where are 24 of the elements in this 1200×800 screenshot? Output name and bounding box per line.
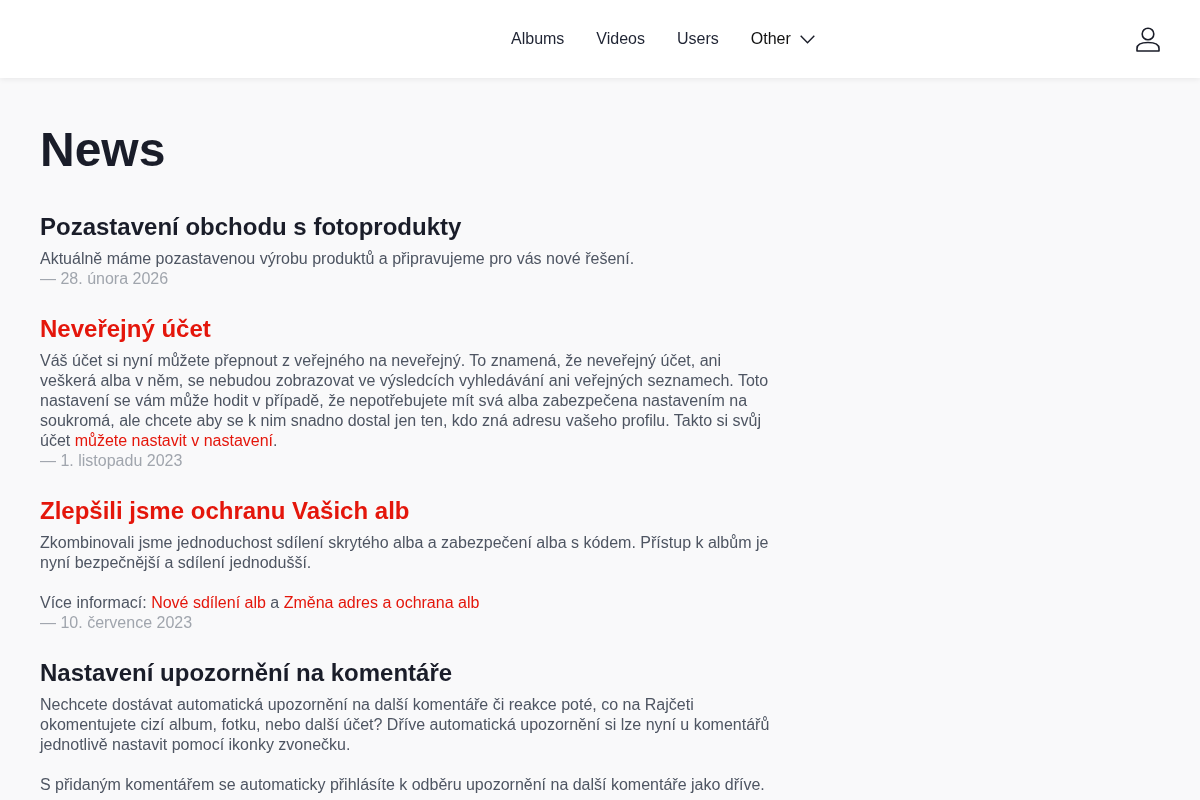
page-title: News <box>40 122 166 178</box>
article-text: Váš účet si nyní můžete přepnout z veřejného na neveřejný. To znamená, že neveřejný účet, ani veškerá alba v něm, se nebudou zobrazovat ve výsledcích vyhledávání ani veřejných seznamech. Toto nastavení se vám může hodit v případě, že nepotřebujete mít svá alba zabezpečena nastavením na soukromá, ale chcete aby se k nim snadno dostal jen ten, kdo zná adresu vašeho profilu. Takto si svůj účet můžete nastavit v nastavení. <box>40 351 770 451</box>
article-date: — 10. července 2023 <box>40 613 193 633</box>
article-text: Zkombinovali jsme jednoduchost sdílení skrytého alba a zabezpečení alba s kódem. Přístup k albům je nyní bezpečnější a sdílení jednodušší. <box>40 533 770 573</box>
article-title: Pozastavení obchodu s fotoprodukty <box>40 212 462 241</box>
article-title: Nastavení upozornění na komentáře <box>40 658 453 687</box>
article-text: Více informací: Nové sdílení alb a Změna adres a ochrana alb <box>40 593 481 613</box>
article-title-link[interactable]: Zlepšili jsme ochranu Vašich alb <box>40 496 410 525</box>
user-account-button[interactable] <box>1136 26 1160 52</box>
article-date: — 1. listopadu 2023 <box>40 451 183 471</box>
chevron-down-icon <box>799 34 815 44</box>
article-title-link[interactable]: Neveřejný účet <box>40 314 211 343</box>
text-link[interactable]: Nové sdílení alb <box>151 594 266 611</box>
text-link[interactable]: můžete nastavit v nastavení <box>74 432 273 449</box>
user-icon <box>1136 26 1160 52</box>
article-text: S přidaným komentářem se automaticky přihlásíte k odběru upozornění na další komentáře jako dříve. <box>40 775 766 795</box>
nav-link[interactable]: Users <box>661 21 735 57</box>
text-link[interactable]: Změna adres a ochrana alb <box>283 594 480 611</box>
article-date: — 28. února 2026 <box>40 269 169 289</box>
article-text: Aktuálně máme pozastavenou výrobu produktů a připravujeme pro vás nové řešení. <box>40 249 636 269</box>
nav-link[interactable]: Albums <box>495 21 581 57</box>
nav-dropdown[interactable]: Other <box>734 21 831 57</box>
article-text: Nechcete dostávat automatická upozornění na další komentáře či reakce poté, co na Rajčeti okomentujete cizí album, fotku, nebo další účet? Dříve automatická upozornění si lze nyní u komentářů jednotlivě nastavit pomocí ikonky zvonečku. <box>40 695 771 755</box>
nav-link[interactable]: Videos <box>580 21 661 57</box>
